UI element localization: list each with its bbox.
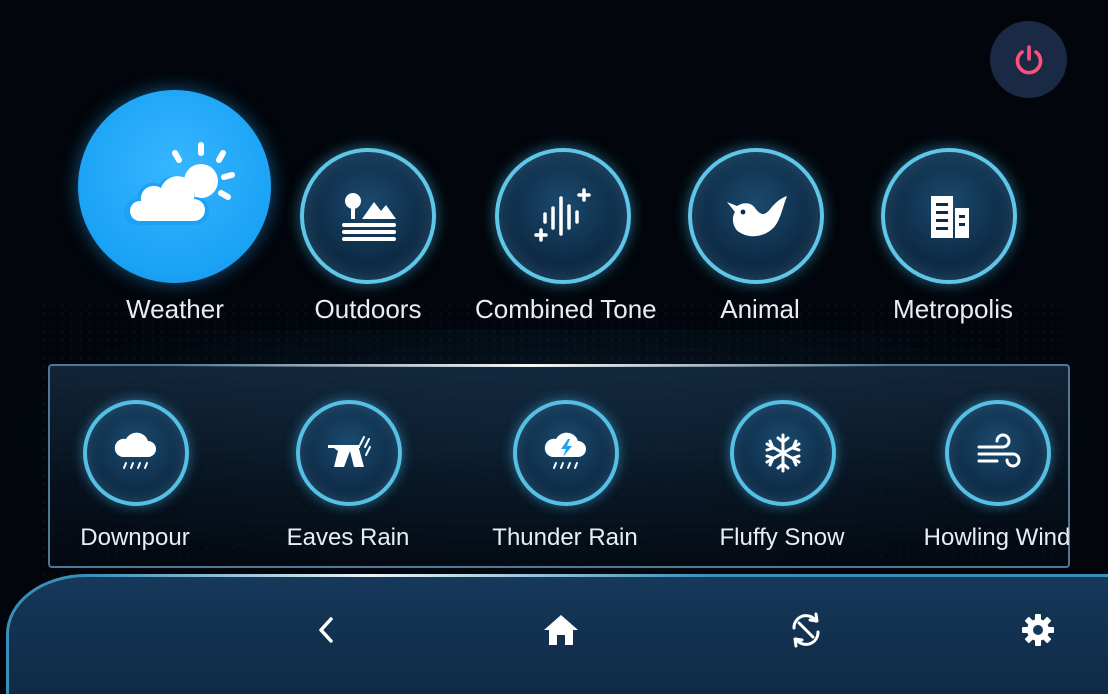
navbar-highlight <box>90 574 710 577</box>
wind-icon <box>977 433 1021 468</box>
downpour-circle <box>83 400 189 506</box>
chevron-left-icon <box>319 617 333 643</box>
eaves-rain-icon <box>328 436 371 467</box>
category-label: Metropolis <box>893 294 1013 324</box>
outdoors-landscape-icon <box>342 193 396 241</box>
combined-tone-waveform-icon <box>534 188 591 242</box>
loop-button[interactable] <box>778 604 834 656</box>
home-icon <box>544 615 578 645</box>
sound-label: Howling Wind <box>923 524 1071 551</box>
settings-button[interactable] <box>1010 604 1066 656</box>
panel-highlight <box>170 364 890 367</box>
howling-wind-circle <box>945 400 1051 506</box>
gear-icon <box>1022 614 1054 646</box>
thunder-rain-circle <box>513 400 619 506</box>
outdoors-circle <box>300 148 436 284</box>
metropolis-circle <box>881 148 1017 284</box>
sound-panel: Downpour Eaves Rain Thunder Rain Fluffy … <box>48 364 1070 568</box>
eaves-rain-circle <box>296 400 402 506</box>
sound-label: Eaves Rain <box>286 524 410 551</box>
category-label: Weather <box>126 294 224 324</box>
fluffy-snow-circle <box>730 400 836 506</box>
weather-circle <box>78 90 271 283</box>
category-label: Animal <box>720 294 800 324</box>
sound-label: Thunder Rain <box>492 524 638 551</box>
loop-sync-icon <box>792 612 820 648</box>
thunder-rain-icon <box>544 432 586 469</box>
category-label: Combined Tone <box>475 294 657 324</box>
snowflake-icon <box>765 433 801 473</box>
weather-cloud-sun-icon <box>123 141 235 225</box>
animal-circle <box>688 148 824 284</box>
category-label: Outdoors <box>314 294 422 324</box>
rain-cloud-icon <box>114 432 156 469</box>
building-icon <box>931 196 969 238</box>
back-button[interactable] <box>298 604 354 656</box>
combined-tone-circle <box>495 148 631 284</box>
bird-icon <box>727 196 787 237</box>
sound-label: Downpour <box>80 524 190 551</box>
home-button[interactable] <box>533 604 589 656</box>
sound-label: Fluffy Snow <box>719 524 845 551</box>
power-icon <box>1015 44 1042 74</box>
power-button[interactable] <box>990 21 1067 98</box>
